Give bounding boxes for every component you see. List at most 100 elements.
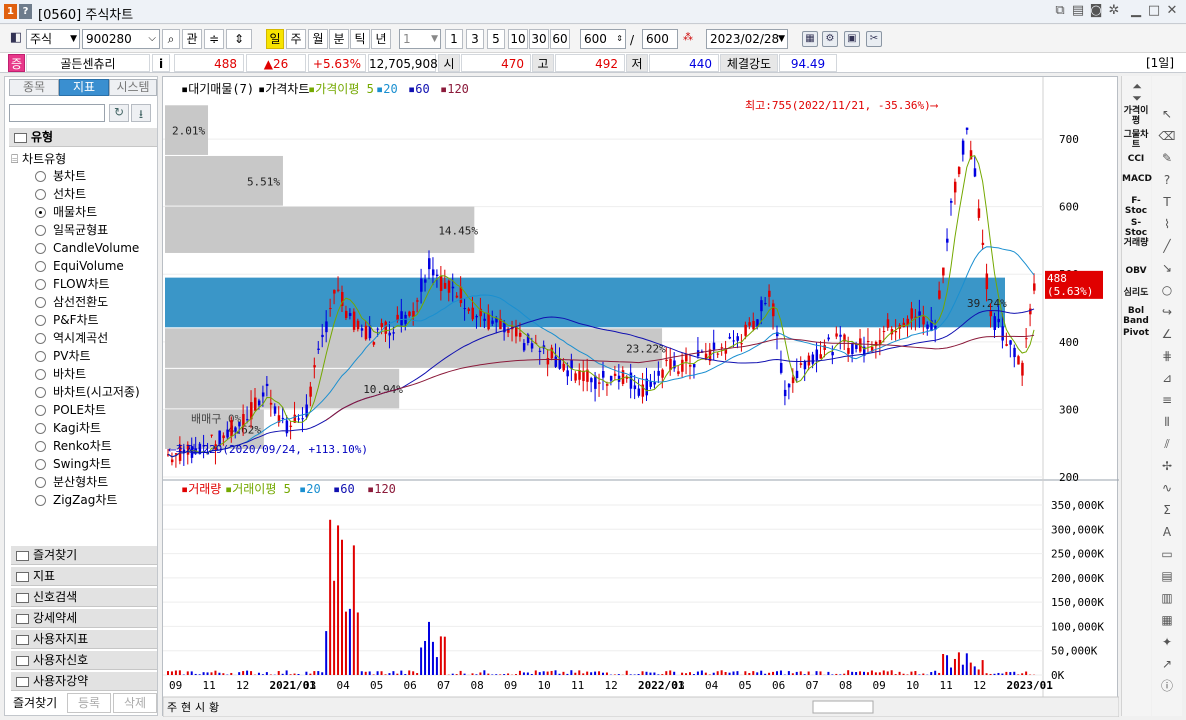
chart-area[interactable]: 7006005004003002002.01%5.51%14.45%39.24%… [162, 76, 1120, 718]
chart-type-item[interactable]: POLE차트 [53, 403, 106, 417]
disk-icon[interactable]: ▣ [844, 31, 860, 47]
refresh-icon[interactable]: ↻ [109, 104, 129, 122]
minimize-button[interactable]: ▁ [1128, 3, 1144, 19]
settings-icon[interactable]: ✲ [1106, 3, 1122, 19]
radio-18[interactable] [35, 495, 46, 506]
interval-60[interactable]: 60 [550, 29, 570, 49]
radio-14[interactable] [35, 423, 46, 434]
pen-icon[interactable]: ✎ [1157, 150, 1177, 166]
group-item[interactable]: 사용자강약 [11, 671, 157, 691]
wave-icon[interactable]: ∿ [1157, 480, 1177, 496]
chart-type-item[interactable]: Renko차트 [53, 439, 112, 453]
indicator-button[interactable]: CCI [1122, 154, 1150, 164]
group-item[interactable]: 즐겨찾기 [11, 545, 157, 565]
tab-system[interactable]: 시스템 [109, 79, 157, 96]
chart-type-item[interactable]: 역시계곡선 [53, 331, 108, 345]
count-total[interactable]: 600 [642, 29, 678, 49]
radio-10[interactable] [35, 351, 46, 362]
window-icon[interactable]: ▭ [1157, 546, 1177, 562]
tab-stocks[interactable]: 종목 [9, 79, 59, 96]
down-arrow-icon[interactable]: ⏷ [1127, 90, 1147, 106]
radio-16[interactable] [35, 459, 46, 470]
period-minute[interactable]: 분 [329, 29, 349, 49]
cursor-icon[interactable]: ↖ [1157, 106, 1177, 122]
help-icon[interactable]: ? [19, 4, 32, 19]
gear-icon[interactable]: ⚙ [822, 31, 838, 47]
tools-icon[interactable]: ✂ [866, 31, 882, 47]
info-icon[interactable]: ⓘ [1157, 678, 1177, 694]
up-down-stepper[interactable]: ⇕ [226, 29, 252, 49]
doc-icon[interactable]: ▤ [1157, 568, 1177, 584]
interval-5[interactable]: 5 [487, 29, 505, 49]
radio-12[interactable] [35, 387, 46, 398]
interval-1[interactable]: 1 [445, 29, 463, 49]
line-icon[interactable]: ╱ [1157, 238, 1177, 254]
radio-3[interactable] [35, 225, 46, 236]
curve-icon[interactable]: ↪ [1157, 304, 1177, 320]
grid-icon[interactable]: ⋕ [1157, 348, 1177, 364]
radio-4[interactable] [35, 243, 46, 254]
radio-0[interactable] [35, 171, 46, 182]
download-icon[interactable]: ⭳ [131, 104, 151, 122]
radio-17[interactable] [35, 477, 46, 488]
interval-30[interactable]: 30 [529, 29, 549, 49]
section-type[interactable]: 유형 [9, 127, 157, 147]
radio-15[interactable] [35, 441, 46, 452]
list-icon[interactable]: ▦ [1157, 612, 1177, 628]
indicator-button[interactable]: F-Stoc [1122, 196, 1150, 216]
indicator-button[interactable]: MACD [1122, 174, 1152, 184]
question-icon[interactable]: ? [1157, 172, 1177, 188]
chart-type-item[interactable]: 선차트 [53, 187, 86, 201]
period-month[interactable]: 월 [308, 29, 328, 49]
chart-type-item[interactable]: 삼선전환도 [53, 295, 108, 309]
menu-icon[interactable]: 1 [4, 4, 17, 19]
radio-11[interactable] [35, 369, 46, 380]
chart-type-item[interactable]: 일목균형표 [53, 223, 108, 237]
chart-type-item[interactable]: 매물차트 [53, 205, 97, 219]
radio-7[interactable] [35, 297, 46, 308]
save-icon[interactable]: ▤ [1070, 3, 1086, 19]
period-day[interactable]: 일 [266, 29, 284, 49]
sum-icon[interactable]: Σ [1157, 502, 1177, 518]
count-input[interactable]: 600 ⇕ [580, 29, 626, 49]
nav-back-icon[interactable]: ◧ [8, 31, 24, 47]
chart-type-item[interactable]: 분산형차트 [53, 475, 108, 489]
wrench-icon[interactable]: ✦ [1157, 634, 1177, 650]
group-item[interactable]: 사용자신호 [11, 650, 157, 670]
chart-type-item[interactable]: 바차트(시고저종) [53, 385, 140, 399]
market-select[interactable]: 주식 ▼ [26, 29, 80, 49]
chart-type-item[interactable]: 바차트 [53, 367, 86, 381]
trend-icon[interactable]: ↗ [1157, 656, 1177, 672]
channel-icon[interactable]: ⫽ [1157, 436, 1177, 452]
chart-type-item[interactable]: EquiVolume [53, 259, 124, 273]
period-tick[interactable]: 틱 [350, 29, 370, 49]
interval-10[interactable]: 10 [508, 29, 528, 49]
radio-6[interactable] [35, 279, 46, 290]
arrow-icon[interactable]: ↘ [1157, 260, 1177, 276]
chart-type-item[interactable]: CandleVolume [53, 241, 139, 255]
radio-5[interactable] [35, 261, 46, 272]
close-button[interactable]: ✕ [1164, 3, 1180, 19]
eraser-icon[interactable]: ⌫ [1157, 128, 1177, 144]
gwan-button[interactable]: 관 [182, 29, 202, 49]
chart-type-item[interactable]: Kagi차트 [53, 421, 101, 435]
maximize-button[interactable]: □ [1146, 3, 1162, 19]
search-button[interactable]: ⌕ [162, 29, 180, 49]
tab-indicators[interactable]: 지표 [59, 79, 109, 96]
chart-type-item[interactable]: ZigZag차트 [53, 493, 117, 507]
interval-select[interactable]: 1 ▼ [399, 29, 441, 49]
stepper-icon[interactable]: ≑ [204, 29, 224, 49]
search-input[interactable] [9, 104, 105, 122]
price-chart[interactable]: 7006005004003002002.01%5.51%14.45%39.24%… [162, 77, 1120, 718]
period-week[interactable]: 주 [286, 29, 306, 49]
info-button[interactable]: i [152, 54, 170, 72]
zigzag-icon[interactable]: ∠ [1157, 326, 1177, 342]
indicator-button[interactable]: Bol Band [1122, 306, 1150, 326]
chart-type-item[interactable]: P&F차트 [53, 313, 99, 327]
group-item[interactable]: 강세약세 [11, 608, 157, 628]
lines-icon[interactable]: ≡ [1157, 392, 1177, 408]
count-reset-icon[interactable]: ⁂ [680, 31, 696, 47]
text-icon[interactable]: T [1157, 194, 1177, 210]
chart-type-item[interactable]: Swing차트 [53, 457, 111, 471]
delete-button[interactable]: 삭제 [113, 693, 157, 713]
